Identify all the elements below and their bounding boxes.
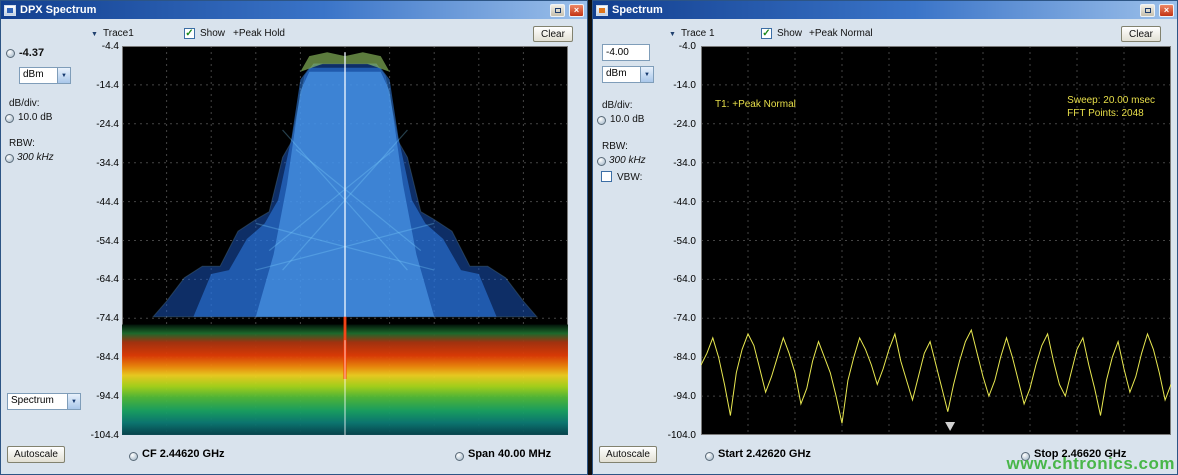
acquisition-annotation: Sweep: 20.00 msec FFT Points: 2048 — [1067, 94, 1155, 120]
dpx-plot-area[interactable] — [122, 46, 568, 435]
y-tick: -34.0 — [673, 158, 696, 169]
ref-level-field[interactable]: -4.00 — [602, 44, 650, 61]
span-label[interactable]: Span 40.00 MHz — [468, 448, 551, 460]
chevron-down-icon[interactable] — [640, 67, 653, 82]
spectrum-titlebar[interactable]: Spectrum — [593, 1, 1177, 19]
y-tick: -104.4 — [91, 430, 119, 441]
dpx-titlebar[interactable]: DPX Spectrum — [1, 1, 587, 19]
y-tick: -104.0 — [668, 430, 696, 441]
fft-annotation: FFT Points: 2048 — [1067, 107, 1155, 120]
display-mode-dropdown[interactable]: Spectrum — [7, 393, 81, 410]
window-title: Spectrum — [612, 4, 1136, 16]
db-div-knob-icon[interactable] — [597, 116, 606, 125]
sweep-annotation: Sweep: 20.00 msec — [1067, 94, 1155, 107]
app-icon — [4, 5, 16, 16]
minimize-button[interactable] — [1140, 4, 1155, 17]
y-tick: -14.4 — [96, 80, 119, 91]
app-icon — [596, 5, 608, 16]
display-mode-value: Spectrum — [8, 394, 67, 409]
y-tick: -94.4 — [96, 391, 119, 402]
y-axis-labels: -4.0 -14.0 -24.0 -34.0 -44.0 -54.0 -64.0… — [659, 46, 696, 435]
y-tick: -54.0 — [673, 236, 696, 247]
close-icon[interactable] — [1159, 4, 1174, 17]
autoscale-button[interactable]: Autoscale — [599, 446, 657, 463]
center-frequency-label[interactable]: CF 2.44620 GHz — [142, 448, 225, 460]
close-icon[interactable] — [569, 4, 584, 17]
rbw-value[interactable]: 300 kHz — [609, 155, 646, 166]
chevron-down-icon[interactable] — [67, 394, 80, 409]
ref-level-value[interactable]: -4.37 — [19, 47, 44, 59]
unit-value: dBm — [603, 67, 640, 82]
rbw-knob-icon[interactable] — [5, 154, 14, 163]
show-checkbox[interactable] — [184, 28, 195, 39]
rbw-knob-icon[interactable] — [597, 157, 606, 166]
show-checkbox[interactable] — [761, 28, 772, 39]
dpx-plot-canvas[interactable] — [122, 46, 568, 435]
span-knob-icon[interactable] — [455, 452, 464, 461]
y-tick: -74.4 — [96, 313, 119, 324]
y-tick: -4.0 — [679, 41, 696, 52]
db-div-value[interactable]: 10.0 dB — [610, 114, 644, 125]
rbw-value[interactable]: 300 kHz — [17, 152, 54, 163]
cf-knob-icon[interactable] — [129, 452, 138, 461]
y-tick: -84.4 — [96, 352, 119, 363]
unit-dropdown[interactable]: dBm — [19, 67, 71, 84]
minimize-button[interactable] — [550, 4, 565, 17]
ref-level-knob-icon[interactable] — [6, 49, 15, 58]
unit-value: dBm — [20, 68, 57, 83]
dpx-spectrum-window: DPX Spectrum Trace1 Show +Peak Hold Clea… — [0, 0, 588, 475]
y-tick: -94.0 — [673, 391, 696, 402]
show-label: Show — [200, 28, 225, 39]
detector-mode-label: +Peak Hold — [233, 28, 285, 39]
clear-button[interactable]: Clear — [1121, 26, 1161, 42]
rbw-label: RBW: — [9, 138, 35, 149]
y-tick: -54.4 — [96, 236, 119, 247]
trace-annotation: T1: +Peak Normal — [715, 98, 796, 111]
y-tick: -24.4 — [96, 119, 119, 130]
trace-selector[interactable]: Trace1 — [103, 28, 134, 39]
rbw-label: RBW: — [602, 141, 628, 152]
y-tick: -64.0 — [673, 274, 696, 285]
vbw-checkbox[interactable] — [601, 171, 612, 182]
desktop: DPX Spectrum Trace1 Show +Peak Hold Clea… — [0, 0, 1178, 475]
y-tick: -24.0 — [673, 119, 696, 130]
db-div-label: dB/div: — [602, 100, 633, 111]
y-axis-labels: -4.4 -14.4 -24.4 -34.4 -44.4 -54.4 -64.4… — [85, 46, 119, 435]
vbw-label: VBW: — [617, 172, 642, 183]
chevron-down-icon[interactable] — [57, 68, 70, 83]
y-tick: -64.4 — [96, 274, 119, 285]
start-knob-icon[interactable] — [705, 452, 714, 461]
y-tick: -44.4 — [96, 197, 119, 208]
y-tick: -44.0 — [673, 197, 696, 208]
y-tick: -14.0 — [673, 80, 696, 91]
detector-mode-label: +Peak Normal — [809, 28, 873, 39]
db-div-knob-icon[interactable] — [5, 114, 14, 123]
trace-dropdown-icon[interactable] — [91, 28, 98, 39]
watermark: www.chtronics.com — [1007, 454, 1175, 474]
y-tick: -4.4 — [102, 41, 119, 52]
window-title: DPX Spectrum — [20, 4, 546, 16]
trace-dropdown-icon[interactable] — [669, 28, 676, 39]
y-tick: -84.0 — [673, 352, 696, 363]
y-tick: -74.0 — [673, 313, 696, 324]
trace-selector[interactable]: Trace 1 — [681, 28, 715, 39]
spectrum-plot-area[interactable]: T1: +Peak Normal Sweep: 20.00 msec FFT P… — [701, 46, 1171, 435]
db-div-value[interactable]: 10.0 dB — [18, 112, 52, 123]
db-div-label: dB/div: — [9, 98, 40, 109]
clear-button[interactable]: Clear — [533, 26, 573, 42]
y-tick: -34.4 — [96, 158, 119, 169]
show-label: Show — [777, 28, 802, 39]
spectrum-window: Spectrum Trace 1 Show +Peak Normal Clear… — [592, 0, 1178, 475]
unit-dropdown[interactable]: dBm — [602, 66, 654, 83]
start-frequency-label[interactable]: Start 2.42620 GHz — [718, 448, 811, 460]
autoscale-button[interactable]: Autoscale — [7, 446, 65, 463]
